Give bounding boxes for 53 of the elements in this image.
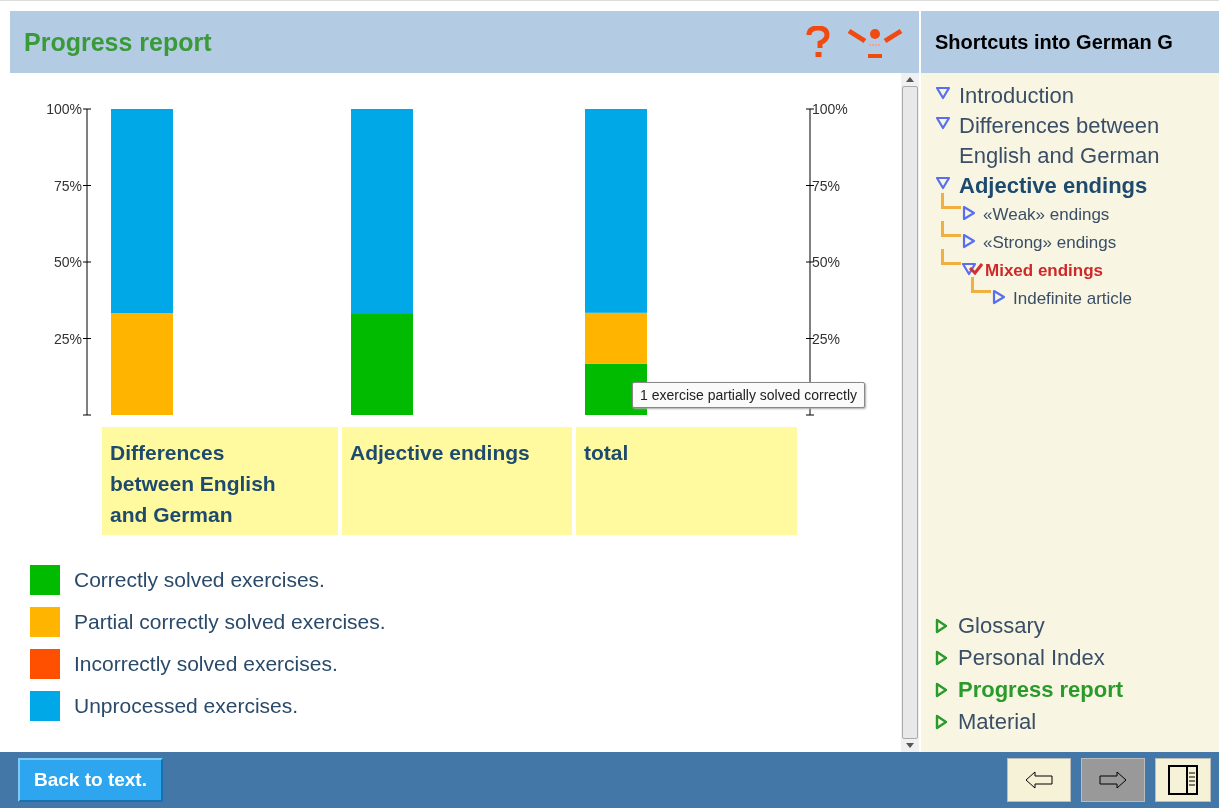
expanded-triangle-icon[interactable] <box>935 85 951 101</box>
tree-item[interactable]: «Weak» endings <box>983 201 1213 229</box>
expanded-triangle-icon[interactable] <box>935 175 951 191</box>
y-tick-label: 100% <box>812 101 848 117</box>
category-label: Adjective endings <box>342 427 572 535</box>
next-button[interactable] <box>1081 758 1145 802</box>
right-arrow-icon <box>1099 771 1127 789</box>
collapsed-triangle-icon[interactable] <box>961 233 977 249</box>
y-tick-label: 100% <box>46 101 82 117</box>
triangle-icon <box>935 714 948 730</box>
left-arrow-icon <box>1025 771 1053 789</box>
nav-link[interactable]: Glossary <box>958 613 1045 639</box>
category-label: total <box>576 427 797 535</box>
nav-link[interactable]: Personal Index <box>958 645 1105 671</box>
y-tick-label: 25% <box>812 330 841 347</box>
previous-button[interactable] <box>1007 758 1071 802</box>
help-icon[interactable] <box>805 26 831 58</box>
legend-label: Incorrectly solved exercises. <box>74 652 338 676</box>
tooltip: 1 exercise partially solved correctly <box>632 382 866 408</box>
scrollbar[interactable] <box>901 73 919 752</box>
y-tick-label: 50% <box>812 254 841 270</box>
triangle-icon <box>935 650 948 666</box>
legend-label: Partial correctly solved exercises. <box>74 610 386 634</box>
tree-connector <box>941 249 961 265</box>
y-tick-label: 25% <box>53 330 82 347</box>
scroll-up-icon[interactable] <box>906 77 914 82</box>
triangle-icon <box>935 682 948 698</box>
collapsed-triangle-icon[interactable] <box>991 289 1007 305</box>
legend-label: Correctly solved exercises. <box>74 568 325 592</box>
tree-item[interactable]: Mixed endings <box>985 257 1215 285</box>
sidebar-title: Shortcuts into German G <box>935 30 1173 54</box>
scroll-down-icon[interactable] <box>906 743 914 748</box>
tree-item[interactable]: Introduction <box>959 81 1189 111</box>
page-title: Progress report <box>24 27 213 57</box>
tree-connector <box>941 193 961 209</box>
expanded-triangle-icon[interactable] <box>935 115 951 131</box>
triangle-icon <box>935 618 948 634</box>
y-tick-label: 75% <box>53 177 82 194</box>
expanded-triangle-icon[interactable] <box>961 261 977 277</box>
collapsed-triangle-icon[interactable] <box>961 205 977 221</box>
category-label: Differences between English and German <box>102 427 338 535</box>
tree-item[interactable]: Adjective endings <box>959 171 1189 201</box>
y-tick-label: 50% <box>53 254 82 270</box>
y-tick-label: 75% <box>812 177 841 194</box>
legend-label: Unprocessed exercises. <box>74 694 299 718</box>
panel-toggle-button[interactable] <box>1155 758 1211 802</box>
tree-connector <box>941 221 961 237</box>
tree-item[interactable]: Differences between English and German <box>959 111 1189 171</box>
tree-item[interactable]: «Strong» endings <box>983 229 1213 257</box>
nav-link[interactable]: Material <box>958 709 1037 735</box>
tree-item[interactable]: Indefinite article <box>1013 285 1219 313</box>
sidebar-panel-icon <box>1168 765 1198 795</box>
tree-connector <box>971 277 991 293</box>
